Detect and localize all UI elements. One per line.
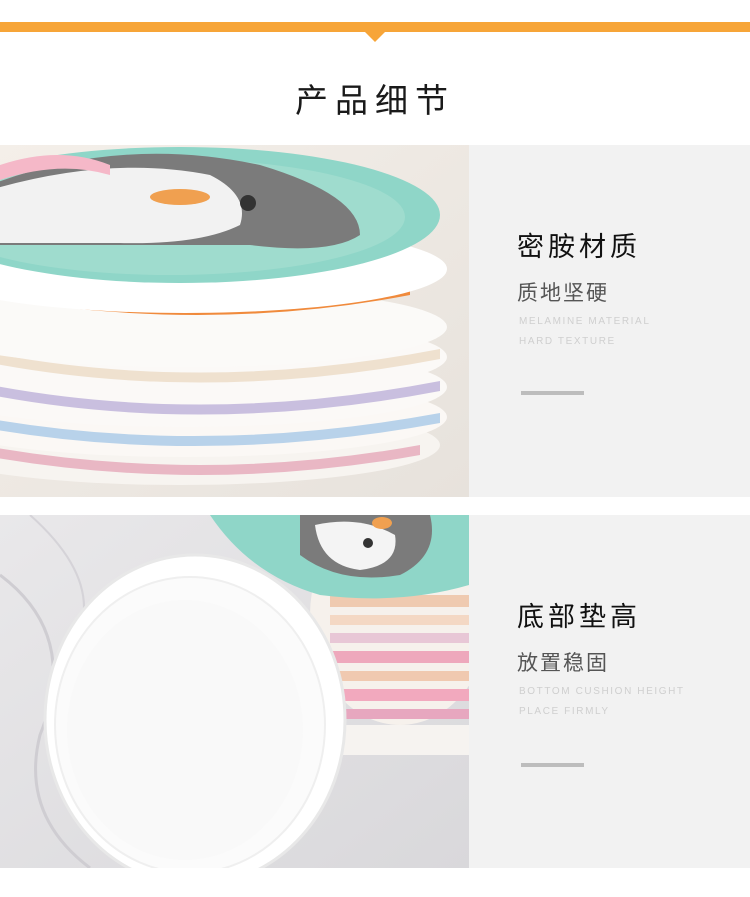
feature-english-line-1: BOTTOM CUSHION HEIGHT — [519, 686, 685, 697]
accent-notch — [364, 31, 386, 42]
feature-english-line-2: HARD TEXTURE — [519, 336, 616, 347]
feature-subtitle: 质地坚硬 — [517, 281, 609, 305]
feature-english-line-1: MELAMINE MATERIAL — [519, 316, 651, 327]
feature-title: 密胺材质 — [517, 232, 641, 263]
feature-subtitle: 放置稳固 — [517, 651, 609, 675]
feature-english-line-2: PLACE FIRMLY — [519, 706, 610, 717]
plate-bottom-photo — [0, 515, 469, 868]
feature-panel-melamine: 密胺材质 质地坚硬 MELAMINE MATERIAL HARD TEXTURE — [469, 145, 750, 497]
stacked-plates-photo — [0, 145, 469, 497]
feature-divider — [521, 391, 584, 395]
feature-panel-bottom: 底部垫高 放置稳固 BOTTOM CUSHION HEIGHT PLACE FI… — [469, 515, 750, 868]
bottom-spacer — [0, 868, 750, 897]
feature-title: 底部垫高 — [517, 602, 641, 633]
feature-divider — [521, 763, 584, 767]
page-title: 产品细节 — [295, 81, 455, 120]
